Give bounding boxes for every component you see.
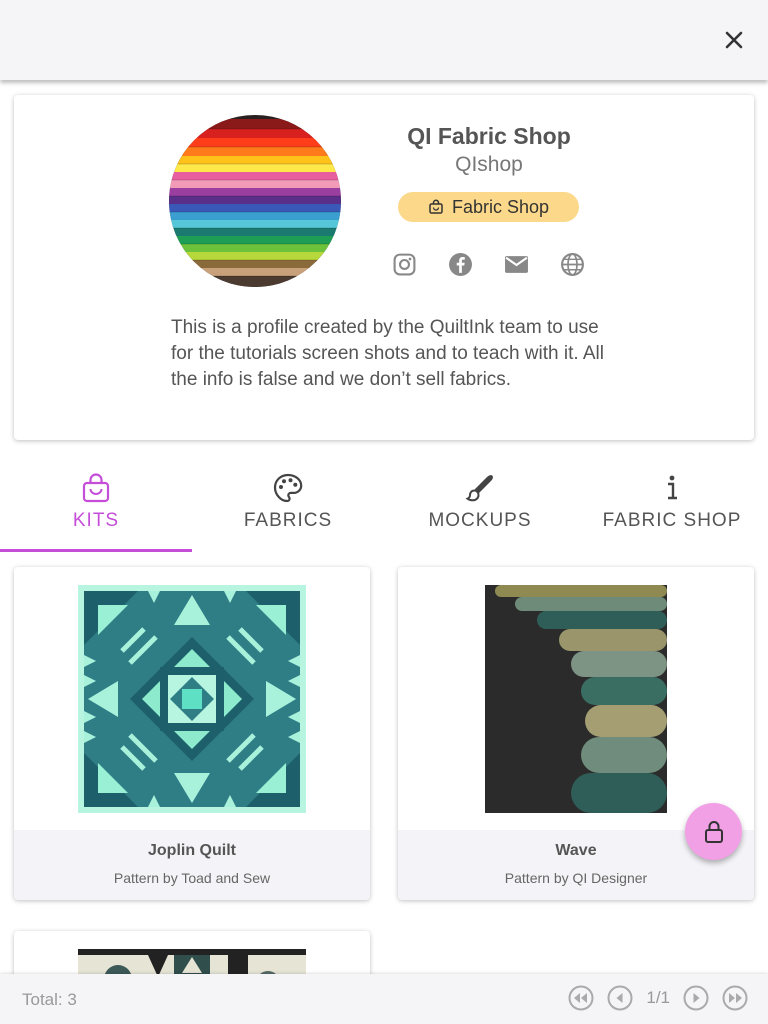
facebook-icon bbox=[449, 253, 472, 276]
tab-mockups[interactable]: MOCKUPS bbox=[384, 462, 576, 554]
tab-kits-label: KITS bbox=[72, 510, 120, 531]
tab-fabric-shop[interactable]: FABRIC SHOP bbox=[576, 462, 768, 554]
kit-name: Joplin Quilt bbox=[148, 842, 236, 859]
lock-icon bbox=[704, 820, 723, 843]
kit-card[interactable]: Joplin Quilt Pattern by Toad and Sew bbox=[14, 567, 370, 900]
last-page-button[interactable] bbox=[722, 985, 748, 1011]
next-page-icon bbox=[683, 985, 709, 1011]
pagination: 1/1 bbox=[568, 985, 748, 1011]
brush-icon bbox=[465, 475, 493, 502]
profile-card: QI Fabric Shop QIshop Fabric Shop This i… bbox=[14, 95, 754, 440]
fabric-shop-chip[interactable]: Fabric Shop bbox=[398, 192, 579, 222]
tab-bar: KITS FABRICS MOCKUPS FABRIC SHOP bbox=[0, 462, 768, 554]
shopping-bag-icon bbox=[82, 473, 110, 503]
next-page-button[interactable] bbox=[683, 985, 709, 1011]
first-page-icon bbox=[568, 985, 594, 1011]
top-bar bbox=[0, 0, 768, 80]
email-icon bbox=[505, 256, 528, 273]
info-icon bbox=[668, 475, 677, 500]
shop-title: QI Fabric Shop bbox=[407, 123, 571, 149]
social-links bbox=[392, 252, 585, 277]
instagram-link[interactable] bbox=[392, 252, 417, 277]
lock-button[interactable] bbox=[685, 803, 742, 860]
fabric-stack-image bbox=[169, 115, 341, 287]
palette-icon bbox=[273, 473, 303, 503]
shopping-bag-icon bbox=[429, 199, 443, 214]
fabric-shop-chip-label: Fabric Shop bbox=[451, 196, 550, 217]
kit-author: Pattern by Toad and Sew bbox=[113, 870, 271, 886]
profile-bio: This is a profile created by the QuiltIn… bbox=[171, 317, 605, 390]
kit-thumbnail bbox=[398, 567, 754, 830]
close-button[interactable] bbox=[720, 26, 748, 54]
website-link[interactable] bbox=[560, 252, 585, 277]
last-page-icon bbox=[722, 985, 748, 1011]
avatar bbox=[169, 115, 341, 287]
previous-page-icon bbox=[607, 985, 633, 1011]
previous-page-button[interactable] bbox=[607, 985, 633, 1011]
kit-card-meta: Joplin Quilt Pattern by Toad and Sew bbox=[14, 830, 370, 900]
total-count: Total: 3 bbox=[22, 990, 77, 1009]
first-page-button[interactable] bbox=[568, 985, 594, 1011]
tab-fabrics-label: FABRICS bbox=[243, 510, 333, 531]
active-tab-indicator bbox=[0, 549, 192, 552]
instagram-icon bbox=[393, 253, 416, 276]
tab-mockups-label: MOCKUPS bbox=[428, 510, 532, 531]
kit-thumbnail bbox=[14, 567, 370, 830]
page-indicator: 1/1 bbox=[646, 988, 670, 1007]
kit-author: Pattern by QI Designer bbox=[504, 870, 648, 886]
shop-handle: QIshop bbox=[455, 153, 523, 176]
footer-bar: Total: 3 1/1 bbox=[0, 974, 768, 1024]
close-icon bbox=[725, 31, 743, 49]
tab-fabric-shop-label: FABRIC SHOP bbox=[602, 510, 742, 531]
joplin-quilt-image bbox=[78, 584, 306, 813]
tab-kits[interactable]: KITS bbox=[0, 462, 192, 554]
globe-icon bbox=[561, 253, 584, 276]
tab-fabrics[interactable]: FABRICS bbox=[192, 462, 384, 554]
email-link[interactable] bbox=[504, 252, 529, 277]
wave-quilt-image bbox=[485, 584, 667, 813]
facebook-link[interactable] bbox=[448, 252, 473, 277]
